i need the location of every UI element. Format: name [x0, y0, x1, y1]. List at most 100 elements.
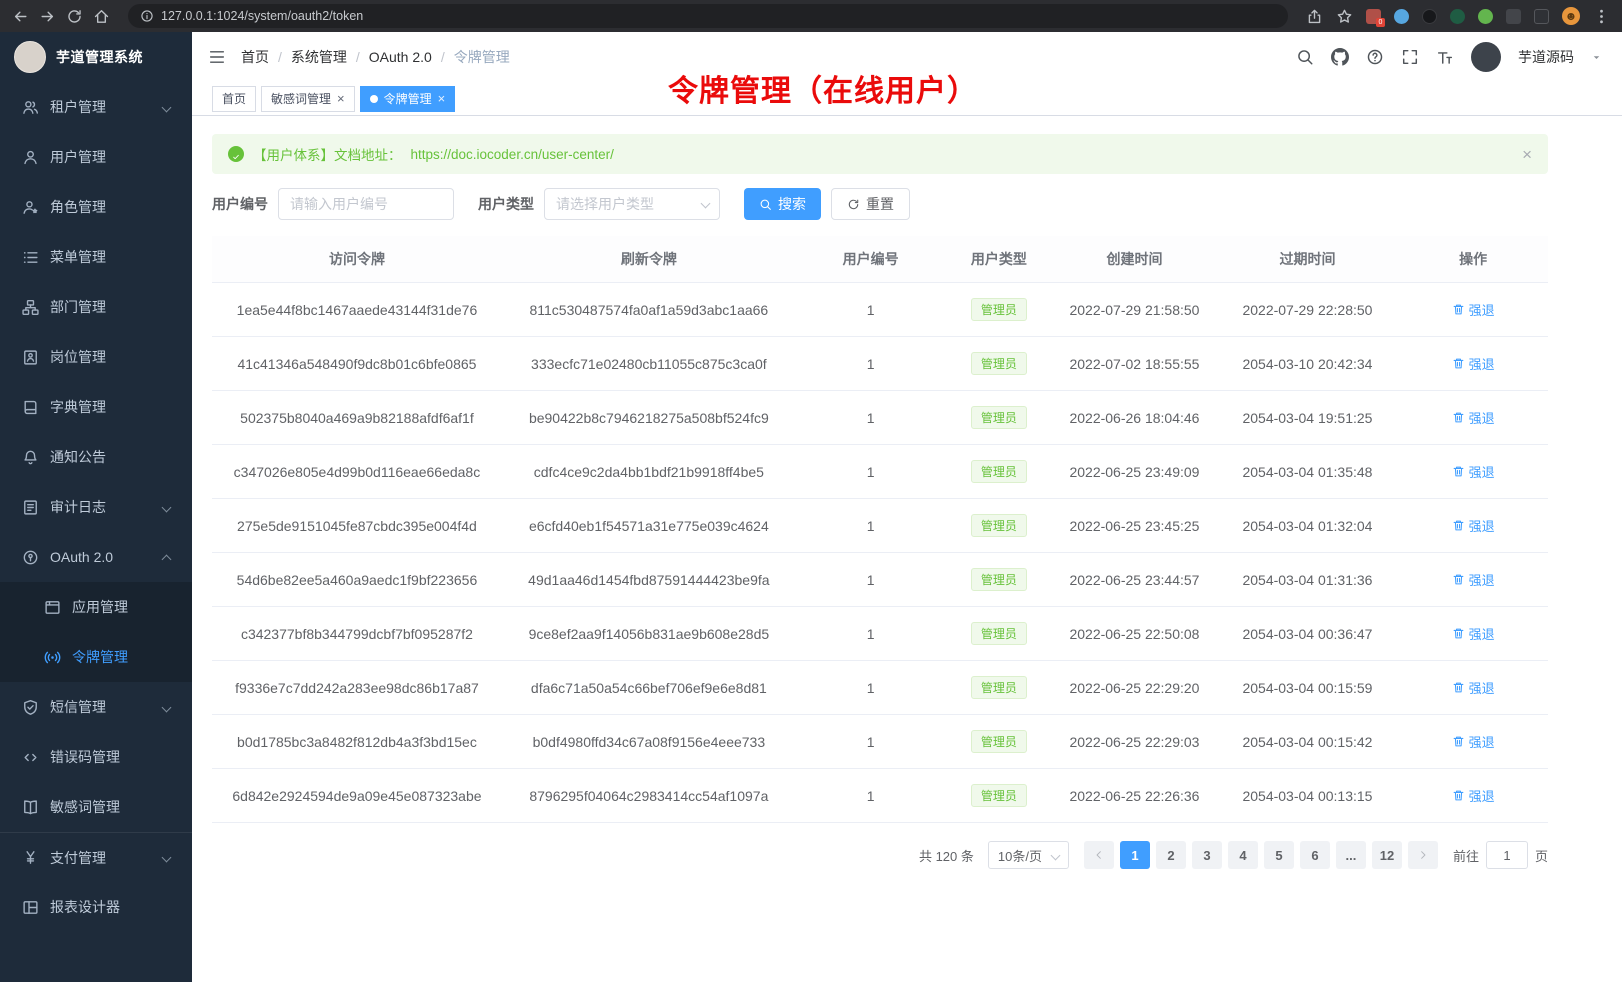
sidebar-item-sms[interactable]: 短信管理	[0, 682, 192, 732]
sidebar-item-dict[interactable]: 字典管理	[0, 382, 192, 432]
github-icon[interactable]	[1331, 48, 1349, 66]
app-logo-area[interactable]: 芋道管理系统	[0, 32, 192, 82]
address-bar[interactable]: 127.0.0.1:1024/system/oauth2/token	[128, 4, 1288, 28]
back-icon[interactable]	[12, 8, 29, 25]
sidebar-item-label: 错误码管理	[50, 747, 120, 767]
user-name[interactable]: 芋道源码	[1518, 47, 1574, 67]
browser-menu-icon[interactable]	[1593, 8, 1610, 25]
reload-icon[interactable]	[66, 8, 83, 25]
user-type-select[interactable]: 请选择用户类型	[544, 188, 720, 220]
trash-icon	[1452, 465, 1465, 478]
user-id-input[interactable]	[278, 188, 454, 220]
browser-extension-icon[interactable]	[1478, 9, 1493, 24]
access-cell: c342377bf8b344799dcbf7bf095287f2	[212, 607, 502, 661]
sidebar-item-error-code[interactable]: 错误码管理	[0, 732, 192, 782]
side-panel-icon[interactable]	[1534, 9, 1549, 24]
collapse-sidebar-icon[interactable]	[208, 48, 226, 66]
sidebar-item-post[interactable]: 岗位管理	[0, 332, 192, 382]
breadcrumb-item[interactable]: 系统管理	[291, 47, 347, 67]
browser-profile-avatar[interactable]: ☻	[1562, 7, 1580, 25]
access-cell: c347026e805e4d99b0d116eae66eda8c	[212, 445, 502, 499]
browser-extension-icon[interactable]	[1394, 9, 1409, 24]
tab-home[interactable]: 首页	[212, 86, 256, 112]
chevron-up-icon	[162, 554, 172, 564]
force-logout-button[interactable]: 强退	[1452, 732, 1495, 751]
page-button-12[interactable]: 12	[1372, 841, 1402, 869]
doc-link[interactable]: https://doc.iocoder.cn/user-center/	[411, 147, 614, 162]
browser-extension-icon[interactable]	[1422, 9, 1437, 24]
browser-actions: 0 ☻	[1306, 7, 1610, 25]
font-size-icon[interactable]	[1436, 48, 1454, 66]
chevron-down-icon[interactable]	[1591, 52, 1602, 63]
close-tab-icon[interactable]: ×	[337, 92, 345, 105]
sidebar-item-pay[interactable]: 支付管理	[0, 832, 192, 882]
next-page-button[interactable]	[1408, 841, 1438, 869]
sidebar-item-label: 岗位管理	[50, 347, 106, 367]
sidebar-item-report-designer[interactable]: 报表设计器	[0, 882, 192, 932]
force-logout-label: 强退	[1469, 516, 1495, 535]
page-button-1[interactable]: 1	[1120, 841, 1150, 869]
sidebar-item-oauth2[interactable]: OAuth 2.0	[0, 532, 192, 582]
force-logout-button[interactable]: 强退	[1452, 786, 1495, 805]
home-icon[interactable]	[93, 8, 110, 25]
browser-extension-icon[interactable]: 0	[1366, 9, 1381, 24]
force-logout-button[interactable]: 强退	[1452, 678, 1495, 697]
user-avatar[interactable]	[1471, 42, 1501, 72]
search-button[interactable]: 搜索	[744, 188, 821, 220]
breadcrumb-item[interactable]: 首页	[241, 47, 269, 67]
previous-page-button[interactable]	[1084, 841, 1114, 869]
error-code-icon	[22, 749, 39, 766]
tab-token[interactable]: 令牌管理×	[360, 86, 456, 112]
sidebar-item-notice[interactable]: 通知公告	[0, 432, 192, 482]
chevron-right-icon	[1417, 849, 1429, 861]
sidebar-item-role[interactable]: 角色管理	[0, 182, 192, 232]
forward-icon[interactable]	[39, 8, 56, 25]
page-button-4[interactable]: 4	[1228, 841, 1258, 869]
page-button-5[interactable]: 5	[1264, 841, 1294, 869]
sidebar-item-user[interactable]: 用户管理	[0, 132, 192, 182]
page-size-select[interactable]: 10条/页	[988, 841, 1069, 869]
site-info-icon[interactable]	[140, 9, 154, 23]
fullscreen-icon[interactable]	[1401, 48, 1419, 66]
sidebar-item-dept[interactable]: 部门管理	[0, 282, 192, 332]
sidebar-item-sensitive-word[interactable]: 敏感词管理	[0, 782, 192, 832]
sidebar-item-oauth2-token[interactable]: 令牌管理	[0, 632, 192, 682]
force-logout-button[interactable]: 强退	[1452, 462, 1495, 481]
page-ellipsis[interactable]: ...	[1336, 841, 1366, 869]
page-button-3[interactable]: 3	[1192, 841, 1222, 869]
force-logout-label: 强退	[1469, 462, 1495, 481]
force-logout-button[interactable]: 强退	[1452, 300, 1495, 319]
close-alert-icon[interactable]: ×	[1522, 146, 1532, 163]
access-cell: b0d1785bc3a8482f812db4a3f3bd15ec	[212, 715, 502, 769]
goto-unit: 页	[1535, 846, 1548, 865]
access-cell: 275e5de9151045fe87cbdc395e004f4d	[212, 499, 502, 553]
force-logout-button[interactable]: 强退	[1452, 354, 1495, 373]
user-type-cell: 管理员	[945, 661, 1052, 715]
user-id-cell: 1	[796, 445, 946, 499]
force-logout-button[interactable]: 强退	[1452, 624, 1495, 643]
share-icon[interactable]	[1306, 8, 1323, 25]
force-logout-button[interactable]: 强退	[1452, 570, 1495, 589]
sidebar-item-label: 部门管理	[50, 297, 106, 317]
browser-extension-icon[interactable]	[1450, 9, 1465, 24]
search-icon[interactable]	[1296, 48, 1314, 66]
doc-alert-banner: 【用户体系】文档地址： https://doc.iocoder.cn/user-…	[212, 134, 1548, 174]
bookmark-star-icon[interactable]	[1336, 8, 1353, 25]
force-logout-button[interactable]: 强退	[1452, 516, 1495, 535]
force-logout-button[interactable]: 强退	[1452, 408, 1495, 427]
breadcrumb-item[interactable]: OAuth 2.0	[369, 49, 432, 65]
sidebar-item-oauth2-app[interactable]: 应用管理	[0, 582, 192, 632]
post-icon	[22, 349, 39, 366]
sidebar-item-tenant[interactable]: 租户管理	[0, 82, 192, 132]
browser-extension-icon[interactable]	[1506, 9, 1521, 24]
page-button-2[interactable]: 2	[1156, 841, 1186, 869]
sidebar-item-audit-log[interactable]: 审计日志	[0, 482, 192, 532]
reset-button[interactable]: 重置	[831, 188, 910, 220]
chevron-down-icon	[701, 199, 711, 209]
close-tab-icon[interactable]: ×	[438, 92, 446, 105]
goto-page-input[interactable]	[1486, 841, 1528, 869]
page-button-6[interactable]: 6	[1300, 841, 1330, 869]
tab-sensitive-word[interactable]: 敏感词管理×	[261, 86, 355, 112]
help-icon[interactable]	[1366, 48, 1384, 66]
sidebar-item-menu[interactable]: 菜单管理	[0, 232, 192, 282]
